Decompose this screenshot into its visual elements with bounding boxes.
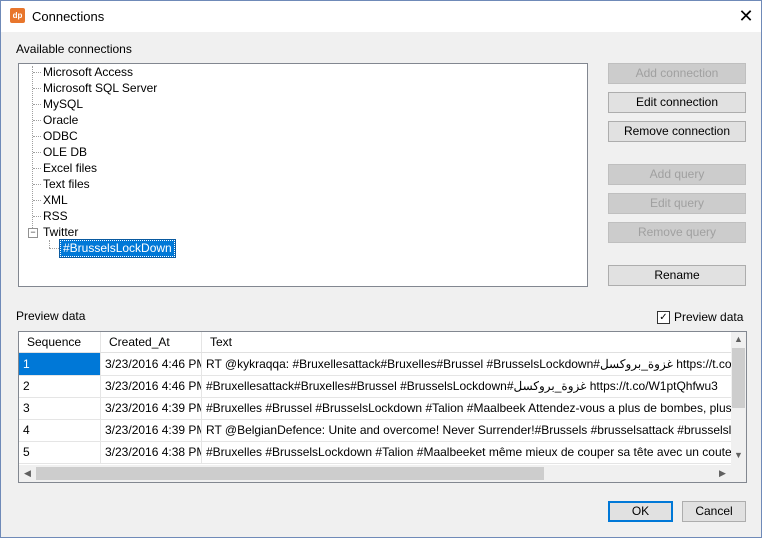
column-header-text[interactable]: Text (202, 332, 731, 352)
tree-item-xml[interactable]: XML (43, 192, 68, 208)
table-row[interactable]: 2 3/23/2016 4:46 PM #Bruxellesattack#Bru… (19, 375, 731, 398)
close-icon[interactable]: ✕ (733, 4, 759, 28)
tree-item-oracle[interactable]: Oracle (43, 112, 78, 128)
cell-created-at[interactable]: 3/23/2016 4:46 PM (101, 375, 202, 397)
cell-text[interactable]: RT @BelgianDefence: Unite and overcome! … (202, 419, 731, 441)
cell-text[interactable]: #Bruxelles #BrusselsLockdown #Talion #Ma… (202, 441, 731, 463)
scroll-left-icon[interactable]: ◀ (20, 468, 35, 479)
rename-button[interactable]: Rename (608, 265, 746, 286)
cell-sequence[interactable]: 3 (19, 397, 101, 419)
cancel-button[interactable]: Cancel (682, 501, 746, 522)
cell-sequence[interactable]: 1 (19, 353, 101, 375)
tree-item-twitter[interactable]: Twitter (43, 224, 78, 240)
cell-created-at[interactable]: 3/23/2016 4:39 PM (101, 419, 202, 441)
remove-query-button[interactable]: Remove query (608, 222, 746, 243)
table-row[interactable]: 1 3/23/2016 4:46 PM RT @kykraqqa: #Bruxe… (19, 353, 731, 376)
edit-connection-button[interactable]: Edit connection (608, 92, 746, 113)
connections-dialog: dp Connections ✕ Available connections M… (0, 0, 762, 538)
vertical-scrollbar[interactable]: ▲ ▼ (731, 332, 746, 465)
tree-item-rss[interactable]: RSS (43, 208, 68, 224)
edit-query-button[interactable]: Edit query (608, 193, 746, 214)
table-row[interactable]: 4 3/23/2016 4:39 PM RT @BelgianDefence: … (19, 419, 731, 442)
available-connections-label: Available connections (16, 42, 132, 56)
scroll-up-icon[interactable]: ▲ (731, 334, 746, 344)
cell-text[interactable]: RT @kykraqqa: #Bruxellesattack#Bruxelles… (202, 353, 731, 375)
cell-sequence[interactable]: 5 (19, 441, 101, 463)
vertical-scroll-thumb[interactable] (732, 348, 745, 408)
preview-data-label: Preview data (16, 309, 86, 323)
cell-text[interactable]: #Bruxelles #Brussel #BrusselsLockdown #T… (202, 397, 731, 419)
table-row[interactable]: 5 3/23/2016 4:38 PM #Bruxelles #Brussels… (19, 441, 731, 464)
preview-data-checkbox[interactable]: ✓ (657, 311, 670, 324)
scroll-right-icon[interactable]: ▶ (715, 468, 730, 479)
tree-item-mysql[interactable]: MySQL (43, 96, 83, 112)
scrollbar-corner (731, 465, 746, 482)
tree-item-microsoft-sql-server[interactable]: Microsoft SQL Server (43, 80, 157, 96)
preview-grid[interactable]: Sequence Created_At Text 1 3/23/2016 4:4… (18, 331, 747, 483)
add-connection-button[interactable]: Add connection (608, 63, 746, 84)
tree-item-brusselslockdown[interactable]: #BrusselsLockDown (59, 239, 176, 258)
tree-item-ole-db[interactable]: OLE DB (43, 144, 87, 160)
grid-header: Sequence Created_At Text (19, 332, 731, 353)
scroll-down-icon[interactable]: ▼ (731, 450, 746, 460)
column-header-sequence[interactable]: Sequence (19, 332, 101, 352)
title-bar: dp Connections ✕ (1, 1, 761, 32)
tree-item-odbc[interactable]: ODBC (43, 128, 78, 144)
window-title: Connections (32, 9, 105, 24)
tree-item-excel-files[interactable]: Excel files (43, 160, 97, 176)
cell-sequence[interactable]: 2 (19, 375, 101, 397)
preview-data-checkbox-label[interactable]: Preview data (674, 310, 743, 324)
collapse-icon[interactable]: − (28, 228, 38, 238)
table-row[interactable]: 3 3/23/2016 4:39 PM #Bruxelles #Brussel … (19, 397, 731, 420)
tree-item-text-files[interactable]: Text files (43, 176, 90, 192)
column-header-created-at[interactable]: Created_At (101, 332, 202, 352)
cell-created-at[interactable]: 3/23/2016 4:39 PM (101, 397, 202, 419)
horizontal-scrollbar[interactable]: ◀ ▶ (19, 465, 731, 482)
cell-created-at[interactable]: 3/23/2016 4:46 PM (101, 353, 202, 375)
tree-item-microsoft-access[interactable]: Microsoft Access (43, 64, 133, 80)
cell-created-at[interactable]: 3/23/2016 4:38 PM (101, 441, 202, 463)
add-query-button[interactable]: Add query (608, 164, 746, 185)
app-icon: dp (10, 8, 25, 23)
cell-text[interactable]: #Bruxellesattack#Bruxelles#Brussel #Brus… (202, 375, 731, 397)
cell-sequence[interactable]: 4 (19, 419, 101, 441)
connections-tree[interactable]: Microsoft Access Microsoft SQL Server My… (18, 63, 588, 287)
ok-button[interactable]: OK (608, 501, 673, 522)
horizontal-scroll-thumb[interactable] (36, 467, 544, 480)
remove-connection-button[interactable]: Remove connection (608, 121, 746, 142)
